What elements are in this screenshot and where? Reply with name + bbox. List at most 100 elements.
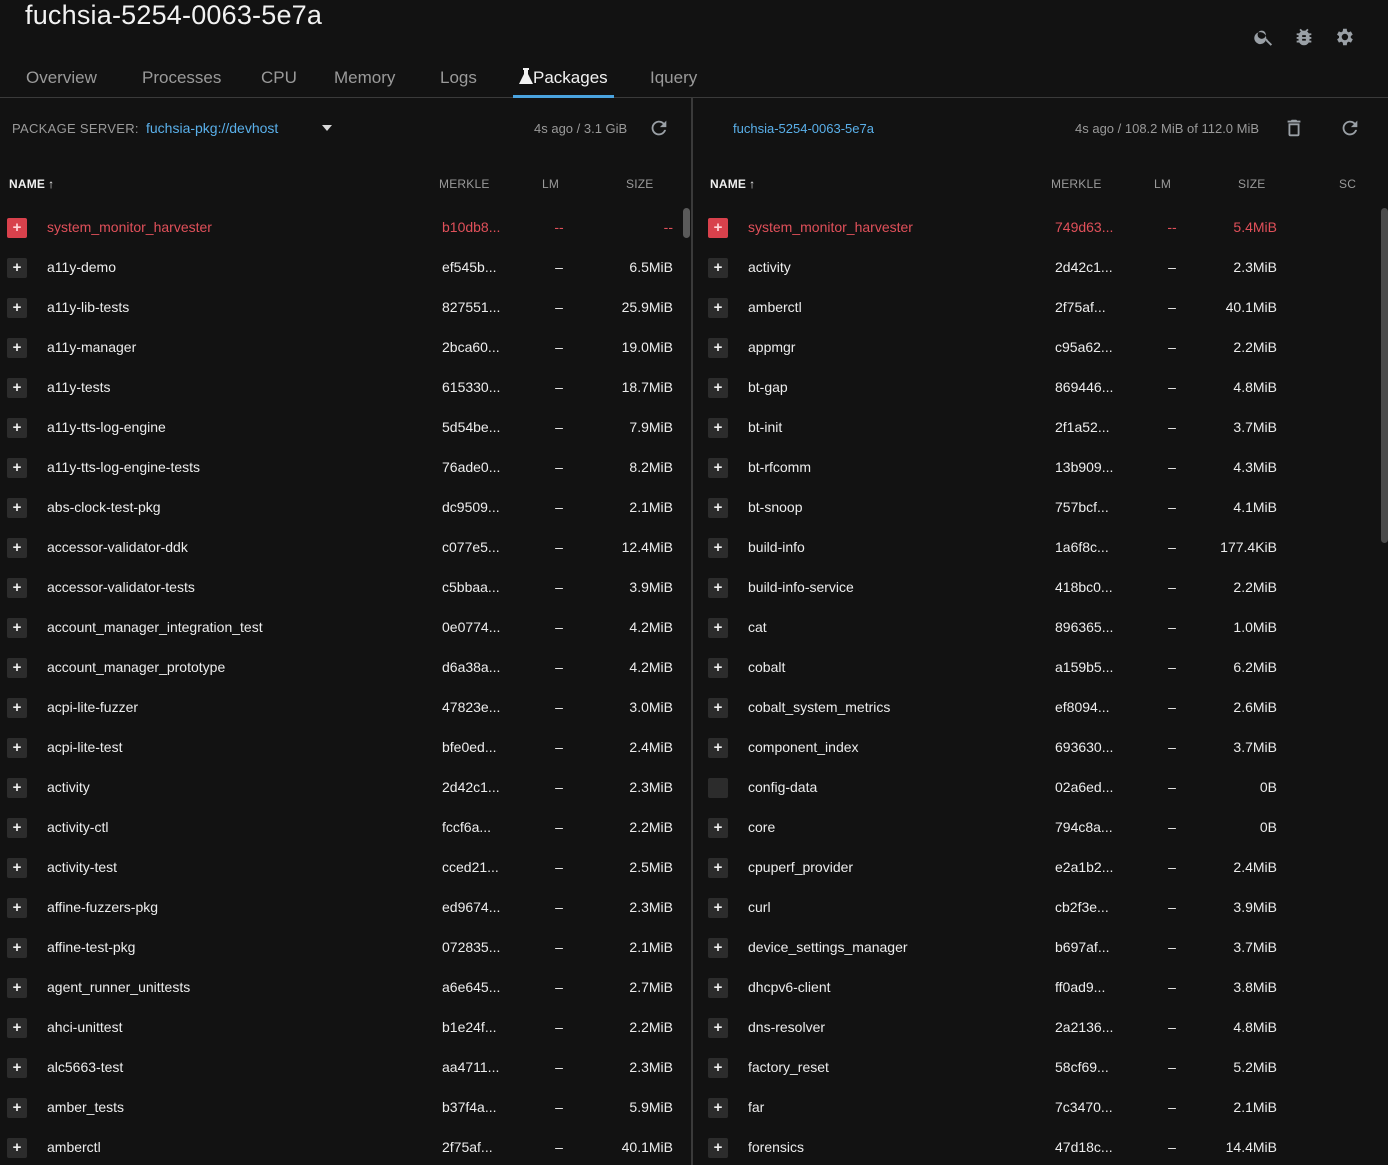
expand-button[interactable]: + [7,418,27,438]
table-row[interactable]: + agent_runner_unittests a6e645... – 2.7MiB [0,968,691,1008]
expand-button[interactable]: + [7,658,27,678]
scrollbar[interactable] [1381,208,1388,543]
table-row[interactable]: + bt-init 2f1a52... – 3.7MiB [693,408,1388,448]
table-row[interactable]: + amber_tests b37f4a... – 5.9MiB [0,1088,691,1128]
expand-button[interactable]: + [7,258,27,278]
expand-button[interactable]: + [708,418,728,438]
expand-button[interactable]: + [7,618,27,638]
column-merkle[interactable]: MERKLE [439,177,490,191]
expand-button[interactable]: + [708,1058,728,1078]
table-row[interactable]: + forensics 47d18c... – 14.4MiB [693,1128,1388,1165]
expand-button[interactable]: + [708,1018,728,1038]
tab-cpu[interactable]: CPU [261,68,297,98]
table-row[interactable]: + a11y-tts-log-engine-tests 76ade0... – 8.2M… [0,448,691,488]
column-name[interactable]: NAME ↑ [710,177,755,191]
expand-button[interactable]: + [708,538,728,558]
column-size[interactable]: SIZE [1238,177,1265,191]
table-row[interactable]: + system_monitor_harvester b10db8... -- -- [0,208,691,248]
expand-button[interactable]: + [7,1098,27,1118]
table-row[interactable]: + build-info-service 418bc0... – 2.2MiB [693,568,1388,608]
refresh-icon[interactable] [648,117,670,139]
table-row[interactable]: + acpi-lite-fuzzer 47823e... – 3.0MiB [0,688,691,728]
expand-button[interactable]: + [708,698,728,718]
expand-button[interactable]: + [7,458,27,478]
table-row[interactable]: + cat 896365... – 1.0MiB [693,608,1388,648]
expand-button[interactable]: + [708,218,728,238]
expand-button[interactable]: + [7,898,27,918]
table-row[interactable]: + dns-resolver 2a2136... – 4.8MiB [693,1008,1388,1048]
table-row[interactable]: + device_settings_manager b697af... – 3.7MiB [693,928,1388,968]
table-row[interactable]: + curl cb2f3e... – 3.9MiB [693,888,1388,928]
expand-button[interactable]: + [7,1018,27,1038]
expand-button[interactable]: + [7,218,27,238]
table-row[interactable]: + ahci-unittest b1e24f... – 2.2MiB [0,1008,691,1048]
expand-button[interactable]: + [7,538,27,558]
expand-button[interactable]: + [708,658,728,678]
expand-button[interactable]: + [708,738,728,758]
expand-button[interactable]: + [708,258,728,278]
tab-iquery[interactable]: Iquery [650,68,697,98]
expand-button[interactable]: + [708,818,728,838]
refresh-icon[interactable] [1339,117,1361,139]
table-row[interactable]: + cobalt_system_metrics ef8094... – 2.6MiB [693,688,1388,728]
tab-packages[interactable]: Packages [519,68,608,98]
expand-button[interactable]: + [7,858,27,878]
table-row[interactable]: + factory_reset 58cf69... – 5.2MiB [693,1048,1388,1088]
expand-button[interactable]: + [7,498,27,518]
table-row[interactable]: + bt-gap 869446... – 4.8MiB [693,368,1388,408]
expand-button[interactable]: + [708,978,728,998]
expand-button[interactable]: + [7,738,27,758]
expand-button[interactable]: + [708,338,728,358]
table-row[interactable]: + appmgr c95a62... – 2.2MiB [693,328,1388,368]
table-row[interactable]: + far 7c3470... – 2.1MiB [693,1088,1388,1128]
delete-icon[interactable] [1283,117,1305,139]
column-lm[interactable]: LM [1154,177,1171,191]
table-row[interactable]: + cpuperf_provider e2a1b2... – 2.4MiB [693,848,1388,888]
expand-button[interactable]: + [7,578,27,598]
table-row[interactable]: + build-info 1a6f8c... – 177.4KiB [693,528,1388,568]
settings-icon[interactable] [1333,26,1355,48]
table-row[interactable]: + component_index 693630... – 3.7MiB [693,728,1388,768]
table-row[interactable]: + affine-test-pkg 072835... – 2.1MiB [0,928,691,968]
column-size[interactable]: SIZE [626,177,653,191]
expand-button[interactable]: + [7,778,27,798]
table-row[interactable]: + bt-snoop 757bcf... – 4.1MiB [693,488,1388,528]
chevron-down-icon[interactable] [322,125,332,131]
tab-processes[interactable]: Processes [142,68,221,98]
expand-button[interactable]: + [708,298,728,318]
table-row[interactable]: + account_manager_prototype d6a38a... – 4.2M… [0,648,691,688]
expand-button[interactable]: + [7,978,27,998]
column-lm[interactable]: LM [542,177,559,191]
expand-button[interactable]: + [7,298,27,318]
expand-button[interactable]: + [708,938,728,958]
bug-icon[interactable] [1293,26,1315,48]
table-row[interactable]: + amberctl 2f75af... – 40.1MiB [0,1128,691,1165]
table-row[interactable]: + activity-ctl fccf6a... – 2.2MiB [0,808,691,848]
package-server-select[interactable]: fuchsia-pkg://devhost [146,120,278,136]
expand-button[interactable]: + [708,1098,728,1118]
table-row[interactable]: + amberctl 2f75af... – 40.1MiB [693,288,1388,328]
table-row[interactable]: + config-data 02a6ed... – 0B [693,768,1388,808]
column-sc[interactable]: SC [1339,177,1356,191]
expand-button[interactable]: + [7,1058,27,1078]
expand-button[interactable]: + [708,378,728,398]
tab-overview[interactable]: Overview [26,68,97,98]
table-row[interactable]: + activity 2d42c1... – 2.3MiB [693,248,1388,288]
tab-logs[interactable]: Logs [440,68,477,98]
expand-button[interactable]: + [7,698,27,718]
expand-button[interactable]: + [7,338,27,358]
column-name[interactable]: NAME ↑ [9,177,54,191]
scrollbar[interactable] [683,208,690,238]
expand-button[interactable]: + [7,938,27,958]
table-row[interactable]: + a11y-tts-log-engine 5d54be... – 7.9MiB [0,408,691,448]
expand-button[interactable]: + [7,818,27,838]
table-row[interactable]: + bt-rfcomm 13b909... – 4.3MiB [693,448,1388,488]
table-row[interactable]: + alc5663-test aa4711... – 2.3MiB [0,1048,691,1088]
table-row[interactable]: + cobalt a159b5... – 6.2MiB [693,648,1388,688]
tab-memory[interactable]: Memory [334,68,395,98]
table-row[interactable]: + activity-test cced21... – 2.5MiB [0,848,691,888]
table-row[interactable]: + dhcpv6-client ff0ad9... – 3.8MiB [693,968,1388,1008]
table-row[interactable]: + a11y-lib-tests 827551... – 25.9MiB [0,288,691,328]
table-row[interactable]: + affine-fuzzers-pkg ed9674... – 2.3MiB [0,888,691,928]
table-row[interactable]: + accessor-validator-tests c5bbaa... – 3.9Mi… [0,568,691,608]
